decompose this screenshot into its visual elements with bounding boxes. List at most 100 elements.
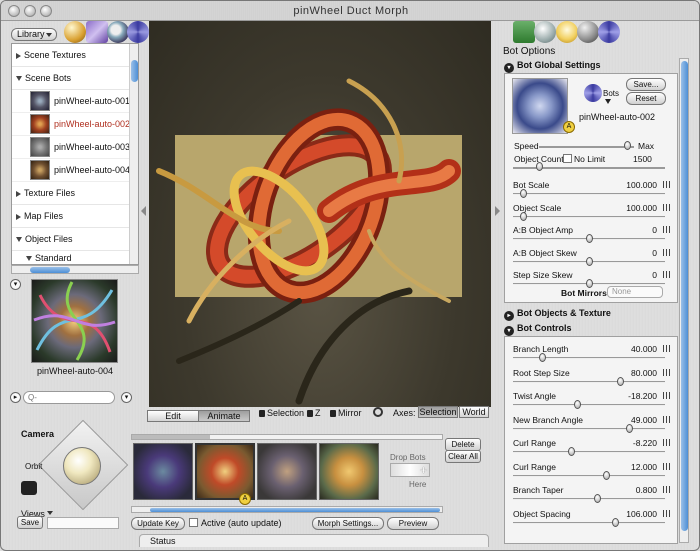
speed-slider[interactable] xyxy=(539,146,634,148)
disclosure-right-icon[interactable] xyxy=(16,190,21,197)
object-count-slider-knob[interactable] xyxy=(536,162,543,171)
views-save-button[interactable]: Save xyxy=(17,516,43,529)
group-scene-textures[interactable]: Scene Textures xyxy=(12,44,138,67)
lock-mirror-toggle[interactable]: Mirror xyxy=(330,408,362,418)
save-settings-button[interactable]: Save... xyxy=(626,78,666,91)
param-slider[interactable] xyxy=(513,498,665,500)
param-slider[interactable] xyxy=(513,357,665,359)
param-slider[interactable] xyxy=(513,380,665,383)
disclosure-down-icon[interactable] xyxy=(26,256,32,262)
keyframe-thumb[interactable] xyxy=(257,443,317,500)
graph-icon[interactable] xyxy=(663,439,671,446)
param-slider-knob[interactable] xyxy=(520,211,528,221)
keyframe-thumb[interactable] xyxy=(133,443,193,500)
param-slider-knob[interactable] xyxy=(520,189,528,198)
speed-slider-knob[interactable] xyxy=(624,141,631,150)
library-vertical-scrollbar[interactable] xyxy=(129,44,138,264)
tools-icon[interactable] xyxy=(513,21,535,43)
pinwheel-options-icon[interactable] xyxy=(598,21,620,43)
axes-world-button[interactable]: World xyxy=(459,406,489,418)
section-bot-controls[interactable]: ▾ Bot Controls xyxy=(504,323,572,336)
collapse-button[interactable]: ▾ xyxy=(121,392,132,403)
param-slider[interactable] xyxy=(513,215,665,218)
param-slider[interactable] xyxy=(513,427,665,430)
timeline-scrollbar[interactable] xyxy=(131,506,443,513)
search-input[interactable] xyxy=(23,391,115,404)
param-slider[interactable] xyxy=(513,521,665,524)
active-checkbox[interactable] xyxy=(189,518,198,527)
graph-icon[interactable] xyxy=(663,509,671,517)
pinwheel-icon[interactable] xyxy=(127,21,149,43)
scroll-thumb[interactable] xyxy=(150,508,440,512)
graph-icon[interactable] xyxy=(663,226,671,233)
search-options-button[interactable]: ▸ xyxy=(10,392,21,403)
collapse-preview-button[interactable]: ▾ xyxy=(10,279,21,290)
ring-icon[interactable] xyxy=(107,21,129,43)
left-panel-toggle-icon[interactable] xyxy=(141,206,146,216)
disclosure-right-icon[interactable] xyxy=(16,52,21,59)
3d-viewport[interactable] xyxy=(149,21,491,407)
scroll-thumb[interactable] xyxy=(30,267,70,273)
graph-icon[interactable] xyxy=(663,248,671,256)
keyframe-thumb[interactable] xyxy=(319,443,379,500)
library-dropdown[interactable]: Library xyxy=(11,28,57,41)
bot-options-scrollbar[interactable] xyxy=(679,58,689,543)
timeline-track[interactable] xyxy=(131,434,443,440)
camera-orbit-widget[interactable] xyxy=(37,419,129,511)
list-item[interactable]: pinWheel-auto-002 xyxy=(12,113,138,136)
graph-icon[interactable] xyxy=(663,415,671,423)
list-item[interactable]: pinWheel-auto-001 xyxy=(12,90,138,113)
param-slider-knob[interactable] xyxy=(539,353,547,362)
param-slider-knob[interactable] xyxy=(626,423,634,433)
param-slider-knob[interactable] xyxy=(594,494,602,503)
list-item[interactable]: Standard xyxy=(12,251,138,263)
param-slider-knob[interactable] xyxy=(568,447,576,456)
scroll-thumb[interactable] xyxy=(681,61,688,531)
param-slider-knob[interactable] xyxy=(602,470,610,480)
render-icon[interactable] xyxy=(534,21,556,43)
status-drawer[interactable]: Status xyxy=(139,534,489,547)
zoom-icon[interactable] xyxy=(373,407,383,417)
group-map-files[interactable]: Map Files xyxy=(12,205,138,228)
lock-selection-toggle[interactable]: Selection xyxy=(259,408,304,418)
graph-icon[interactable] xyxy=(663,486,671,493)
bot-mirrors-select[interactable]: None xyxy=(607,286,663,298)
disclosure-right-icon[interactable] xyxy=(16,213,21,220)
list-item[interactable]: pinWheel-auto-004 xyxy=(12,159,138,182)
reset-button[interactable]: Reset xyxy=(626,92,666,105)
camera-icon[interactable] xyxy=(21,481,37,495)
disclosure-down-icon[interactable] xyxy=(16,76,22,82)
view-name-field[interactable] xyxy=(47,517,119,529)
graph-icon[interactable] xyxy=(663,462,671,470)
group-texture-files[interactable]: Texture Files xyxy=(12,182,138,205)
graph-icon[interactable] xyxy=(663,203,671,211)
param-slider-knob[interactable] xyxy=(585,279,593,288)
section-bot-global-settings[interactable]: ▾ Bot Global Settings xyxy=(504,60,601,73)
group-object-files[interactable]: Object Files xyxy=(12,228,138,251)
clear-all-button[interactable]: Clear All xyxy=(445,450,481,463)
group-scene-bots[interactable]: Scene Bots xyxy=(12,67,138,90)
param-slider[interactable] xyxy=(513,474,665,477)
preview-button[interactable]: Preview xyxy=(387,517,439,530)
bots-menu-label[interactable]: Bots xyxy=(603,89,619,98)
sphere-icon[interactable] xyxy=(577,21,599,43)
right-panel-toggle-icon[interactable] xyxy=(495,206,500,216)
tab-animate[interactable]: Animate xyxy=(198,410,250,422)
morph-settings-button[interactable]: Morph Settings... xyxy=(312,517,384,530)
axes-selection-button[interactable]: Selection xyxy=(418,406,458,418)
library-list[interactable]: Scene Textures Scene Bots pinWheel-auto-… xyxy=(11,43,139,265)
bots-menu-arrow-icon[interactable] xyxy=(605,99,611,104)
param-slider[interactable] xyxy=(513,193,665,195)
scroll-thumb[interactable] xyxy=(131,60,138,82)
tab-edit[interactable]: Edit xyxy=(147,410,199,422)
list-item[interactable]: pinWheel-auto-003 xyxy=(12,136,138,159)
param-slider-knob[interactable] xyxy=(617,376,625,386)
disclosure-down-icon[interactable] xyxy=(16,237,22,243)
light-icon[interactable] xyxy=(556,21,578,43)
library-horizontal-scrollbar[interactable] xyxy=(11,265,139,274)
sun-icon[interactable] xyxy=(64,21,86,43)
param-slider-knob[interactable] xyxy=(585,234,593,243)
param-slider[interactable] xyxy=(513,451,665,453)
drop-zone[interactable]: + xyxy=(390,463,430,477)
graph-icon[interactable] xyxy=(663,271,671,278)
